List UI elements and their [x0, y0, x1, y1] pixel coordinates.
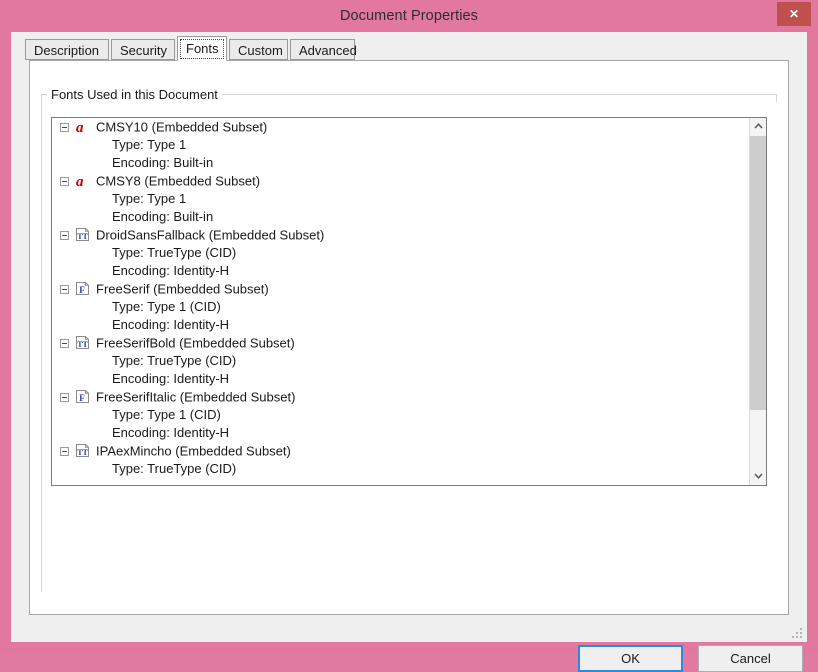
font-detail-row: Type: Type 1 (CID) — [112, 407, 221, 422]
font-entry: a CMSY10 (Embedded Subset) Type: Type 1 Enc… — [52, 118, 749, 172]
font-entry-row[interactable]: TT DroidSansFallback (Embedded Subset) — [52, 226, 749, 244]
fonts-list-content: a CMSY10 (Embedded Subset) Type: Type 1 Enc… — [52, 118, 749, 485]
document-properties-window: Document Properties ✕ Description Securit… — [0, 0, 818, 672]
font-entry-row[interactable]: TT FreeSerifBold (Embedded Subset) — [52, 334, 749, 352]
font-name-label: FreeSerifBold (Embedded Subset) — [96, 335, 295, 351]
tab-fonts[interactable]: Fonts — [177, 36, 227, 61]
font-detail-row: Encoding: Built-in — [112, 155, 214, 170]
chevron-up-icon — [753, 123, 763, 129]
group-box-frame-left — [41, 94, 42, 592]
ok-button[interactable]: OK — [578, 645, 683, 672]
scroll-down-button[interactable] — [750, 468, 766, 485]
font-entry-row[interactable]: F FreeSerifItalic (Embedded Subset) — [52, 388, 749, 406]
dialog-client-area: Description Security Fonts Custom Advanced F… — [11, 32, 807, 672]
font-entry: F FreeSerif (Embedded Subset) Type: Type 1… — [52, 280, 749, 334]
font-entry: a CMSY8 (Embedded Subset) Type: Type 1 Enco… — [52, 172, 749, 226]
font-name-label: IPAexMincho (Embedded Subset) — [96, 443, 291, 459]
font-entry-row[interactable]: a CMSY10 (Embedded Subset) — [52, 118, 749, 136]
title-bar: Document Properties ✕ — [0, 0, 818, 32]
tab-description[interactable]: Description — [25, 39, 109, 60]
svg-text:a: a — [76, 174, 84, 188]
font-detail-row: Type: TrueType (CID) — [112, 461, 237, 476]
collapse-toggle-icon[interactable] — [60, 285, 69, 295]
font-detail-row: Encoding: Identity-H — [112, 263, 230, 278]
collapse-toggle-icon[interactable] — [60, 393, 69, 403]
svg-text:TT: TT — [77, 340, 88, 349]
font-entry: TT DroidSansFallback (Embedded Subset) Typ… — [52, 226, 749, 280]
font-detail-row: Type: Type 1 — [112, 137, 187, 152]
collapse-toggle-icon[interactable] — [60, 177, 69, 187]
font-name-label: FreeSerif (Embedded Subset) — [96, 281, 269, 297]
group-box-label: Fonts Used in this Document — [47, 87, 222, 102]
font-name-label: DroidSansFallback (Embedded Subset) — [96, 227, 325, 243]
font-name-label: FreeSerifItalic (Embedded Subset) — [96, 389, 296, 405]
font-detail-row: Encoding: Identity-H — [112, 317, 230, 332]
resize-grip-icon[interactable] — [791, 627, 803, 639]
font-detail-row: Type: TrueType (CID) — [112, 353, 237, 368]
font-entry-row[interactable]: F FreeSerif (Embedded Subset) — [52, 280, 749, 298]
tab-advanced[interactable]: Advanced — [290, 39, 357, 60]
chevron-down-icon — [753, 473, 763, 479]
type1cid-font-icon: F — [75, 389, 91, 404]
font-detail-row: Type: TrueType (CID) — [112, 245, 237, 260]
font-name-label: CMSY8 (Embedded Subset) — [96, 173, 261, 189]
font-entry-row[interactable]: TT IPAexMincho (Embedded Subset) — [52, 442, 749, 460]
collapse-toggle-icon[interactable] — [60, 339, 69, 349]
truetype-font-icon: TT — [75, 335, 91, 350]
font-detail-row: Type: Type 1 — [112, 191, 187, 206]
cancel-button[interactable]: Cancel — [698, 645, 803, 672]
tab-security[interactable]: Security — [111, 39, 175, 60]
font-name-label: CMSY10 (Embedded Subset) — [96, 119, 268, 135]
tab-label: Advanced — [299, 43, 357, 58]
scrollbar-thumb[interactable] — [750, 136, 766, 410]
font-detail-row: Type: Type 1 (CID) — [112, 299, 221, 314]
font-entry-row[interactable]: a CMSY8 (Embedded Subset) — [52, 172, 749, 190]
type1-font-icon: a — [75, 173, 91, 188]
fonts-list-box[interactable]: a CMSY10 (Embedded Subset) Type: Type 1 Enc… — [51, 117, 767, 486]
truetype-font-icon: TT — [75, 227, 91, 242]
svg-text:TT: TT — [77, 448, 88, 457]
font-entry: F FreeSerifItalic (Embedded Subset) Type: … — [52, 388, 749, 442]
font-detail-row: Encoding: Identity-H — [112, 371, 230, 386]
tab-label: Custom — [238, 43, 283, 58]
type1-font-icon: a — [75, 119, 91, 134]
window-title: Document Properties — [339, 8, 479, 24]
svg-text:F: F — [79, 393, 85, 403]
collapse-toggle-icon[interactable] — [60, 123, 69, 133]
svg-text:a: a — [76, 120, 84, 134]
font-entry: TT FreeSerifBold (Embedded Subset) Type: T… — [52, 334, 749, 388]
truetype-font-icon: TT — [75, 443, 91, 458]
fonts-tab-panel: Fonts Used in this Document a CMSY10 (Emb… — [29, 60, 789, 615]
scroll-up-button[interactable] — [750, 118, 766, 135]
svg-text:F: F — [79, 285, 85, 295]
fonts-list-scrollbar[interactable] — [749, 118, 766, 485]
font-detail-row: Encoding: Identity-H — [112, 425, 230, 440]
type1cid-font-icon: F — [75, 281, 91, 296]
tab-label: Description — [34, 43, 100, 58]
tab-label: Fonts — [186, 41, 219, 56]
tab-label: Security — [120, 43, 167, 58]
font-detail-row: Encoding: Built-in — [112, 209, 214, 224]
tab-custom[interactable]: Custom — [229, 39, 288, 60]
svg-text:TT: TT — [77, 232, 88, 241]
collapse-toggle-icon[interactable] — [60, 231, 69, 241]
font-entry: TT IPAexMincho (Embedded Subset) Type: Tru… — [52, 442, 749, 478]
close-button[interactable]: ✕ — [777, 2, 811, 26]
collapse-toggle-icon[interactable] — [60, 447, 69, 457]
